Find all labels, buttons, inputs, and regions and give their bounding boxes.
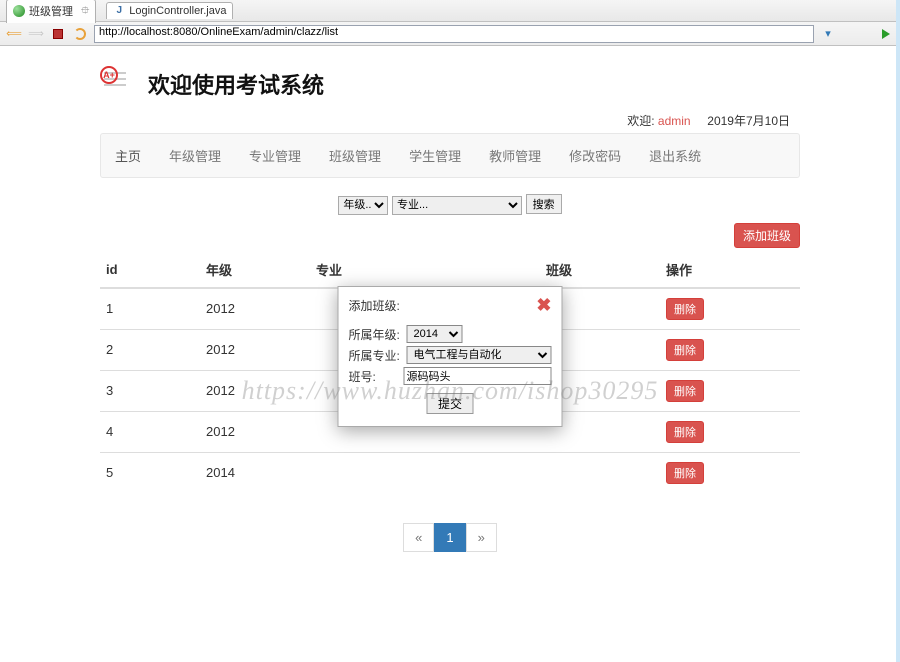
welcome-prefix: 欢迎: <box>627 114 658 128</box>
cell-grade: 2012 <box>200 288 310 330</box>
dialog-title: 添加班级: <box>349 297 400 314</box>
cell-major <box>310 452 540 493</box>
ide-tabbar: 班级管理 ⯐ J LoginController.java <box>0 0 900 22</box>
close-icon[interactable]: ✖ <box>536 295 551 316</box>
cell-op: 删除 <box>660 452 800 493</box>
welcome-row: 欢迎: admin 2019年7月10日 <box>100 108 800 133</box>
page-1[interactable]: 1 <box>434 523 465 552</box>
cell-op: 删除 <box>660 411 800 452</box>
nav-class[interactable]: 班级管理 <box>315 134 395 177</box>
nav-home[interactable]: 主页 <box>101 134 155 177</box>
th-class: 班级 <box>540 252 660 288</box>
nav-teacher[interactable]: 教师管理 <box>475 134 555 177</box>
logo: A+ <box>100 66 136 102</box>
ide-tab-java[interactable]: J LoginController.java <box>106 2 233 19</box>
forward-icon[interactable]: ⟹ <box>28 26 44 42</box>
dialog-code-label: 班号: <box>349 368 400 385</box>
nav-grade[interactable]: 年级管理 <box>155 134 235 177</box>
nav-student[interactable]: 学生管理 <box>395 134 475 177</box>
pin-icon[interactable]: ⯐ <box>77 2 89 21</box>
add-class-button[interactable]: 添加班级 <box>734 223 800 248</box>
add-class-dialog: 添加班级: ✖ 所属年级: 2014 所属专业: 电气工程与自动化 班号: 提交 <box>338 286 563 427</box>
cell-op: 删除 <box>660 370 800 411</box>
dialog-grade-select[interactable]: 2014 <box>407 325 463 343</box>
java-icon: J <box>113 5 125 17</box>
dialog-grade-label: 所属年级: <box>349 326 403 343</box>
delete-button[interactable]: 删除 <box>666 298 704 320</box>
th-op: 操作 <box>660 252 800 288</box>
th-grade: 年级 <box>200 252 310 288</box>
logo-badge-icon: A+ <box>100 66 118 84</box>
run-icon[interactable] <box>878 26 894 42</box>
table-row: 52014 删除 <box>100 452 800 493</box>
welcome-date: 2019年7月10日 <box>707 114 790 128</box>
cell-class_ <box>540 452 660 493</box>
cell-grade: 2012 <box>200 411 310 452</box>
window-edge <box>896 0 900 662</box>
pagination: «1» <box>100 523 800 552</box>
page-header: A+ 欢迎使用考试系统 <box>100 56 800 108</box>
th-major: 专业 <box>310 252 540 288</box>
navbar: 主页 年级管理 专业管理 班级管理 学生管理 教师管理 修改密码 退出系统 <box>100 133 800 178</box>
cell-id: 4 <box>100 411 200 452</box>
welcome-user: admin <box>658 114 691 128</box>
refresh-icon[interactable] <box>72 26 88 42</box>
filter-major-select[interactable]: 专业... <box>392 196 522 215</box>
dialog-major-label: 所属专业: <box>349 347 403 364</box>
dialog-submit-button[interactable]: 提交 <box>427 393 473 414</box>
cell-id: 5 <box>100 452 200 493</box>
nav-major[interactable]: 专业管理 <box>235 134 315 177</box>
cell-id: 3 <box>100 370 200 411</box>
delete-button[interactable]: 删除 <box>666 421 704 443</box>
url-bar[interactable] <box>94 25 814 43</box>
cell-grade: 2014 <box>200 452 310 493</box>
dialog-major-select[interactable]: 电气工程与自动化 <box>407 346 552 364</box>
search-button[interactable]: 搜索 <box>526 194 562 214</box>
ide-tab-label: 班级管理 <box>29 3 73 19</box>
th-id: id <box>100 252 200 288</box>
nav-password[interactable]: 修改密码 <box>555 134 635 177</box>
globe-icon <box>13 5 25 17</box>
ide-tab-browser[interactable]: 班级管理 ⯐ <box>6 0 96 23</box>
cell-grade: 2012 <box>200 329 310 370</box>
page-prev[interactable]: « <box>403 523 434 552</box>
page-title: 欢迎使用考试系统 <box>148 68 324 100</box>
dialog-code-input[interactable] <box>404 367 552 385</box>
cell-id: 1 <box>100 288 200 330</box>
ide-tab-label: LoginController.java <box>129 5 226 17</box>
delete-button[interactable]: 删除 <box>666 380 704 402</box>
delete-button[interactable]: 删除 <box>666 462 704 484</box>
cell-op: 删除 <box>660 329 800 370</box>
page-next[interactable]: » <box>466 523 497 552</box>
cell-id: 2 <box>100 329 200 370</box>
delete-button[interactable]: 删除 <box>666 339 704 361</box>
url-input[interactable] <box>99 26 809 38</box>
url-dropdown-icon[interactable]: ▾ <box>820 26 836 42</box>
nav-logout[interactable]: 退出系统 <box>635 134 715 177</box>
cell-grade: 2012 <box>200 370 310 411</box>
back-icon[interactable]: ⟸ <box>6 26 22 42</box>
ide-toolbar: ⟸ ⟹ ▾ <box>0 22 900 46</box>
cell-op: 删除 <box>660 288 800 330</box>
filter-row: 年级... 专业... 搜索 <box>100 194 800 215</box>
stop-icon[interactable] <box>50 26 66 42</box>
filter-grade-select[interactable]: 年级... <box>338 196 388 215</box>
